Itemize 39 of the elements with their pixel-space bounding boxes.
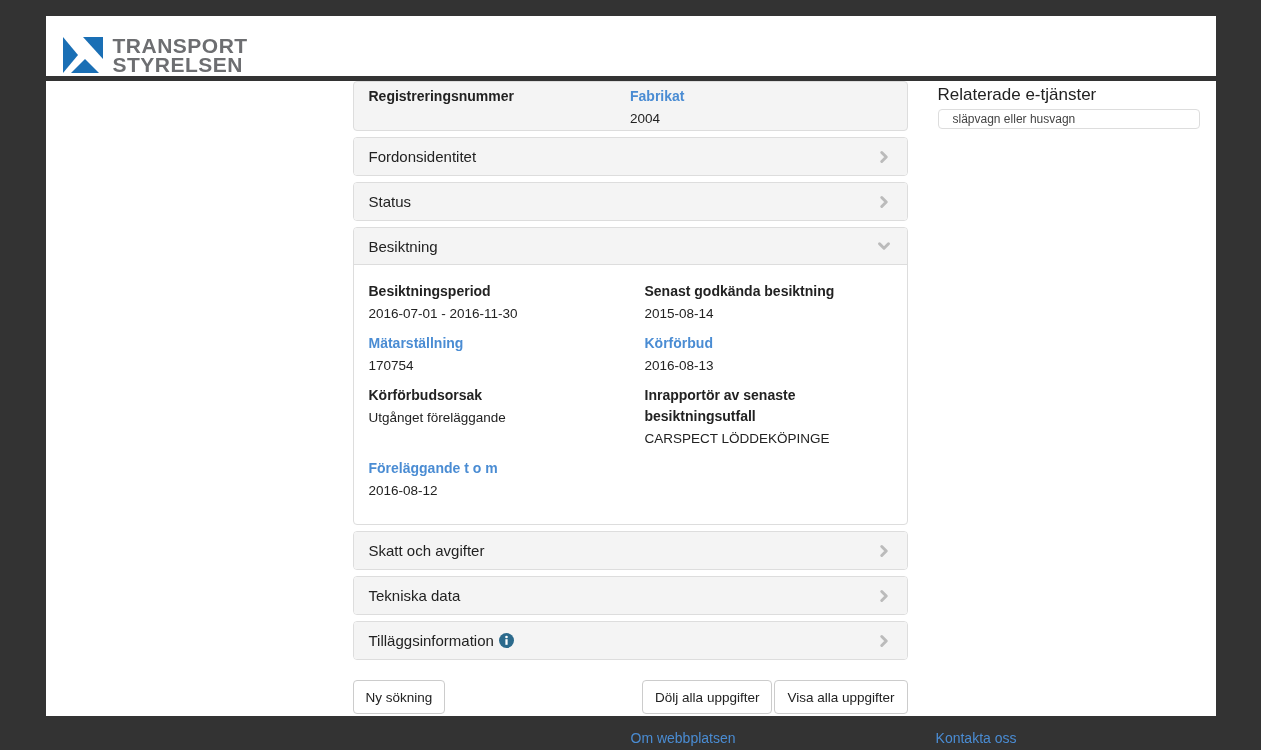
section-title: Fordonsidentitet [368,148,477,165]
field-value: 2016-08-13 [644,358,715,373]
field-value: Utgånget föreläggande [368,410,507,425]
field-value: 2015-08-14 [644,306,715,321]
field-value: 2004 [630,111,662,126]
footer-link[interactable]: Kontakta oss [935,730,1017,746]
logo-text: TRANSPORT [112,36,248,55]
service-link[interactable]: släpvagn eller husvagn [937,109,1200,129]
toggle-all-button[interactable]: Dölj alla uppgifter [642,680,773,714]
logo-text: STYRELSEN [112,55,245,74]
field-value: CARSPECT LÖDDEKÖPINGE [644,431,831,446]
section-title: Besiktning [368,237,438,255]
accordion-header[interactable]: Skatt och avgifter [353,532,907,569]
field-label: Mätarställning [368,334,465,353]
field-value: 2016-08-12 [368,483,439,498]
section-title: Tekniska data [368,587,461,604]
new-search-button[interactable]: Ny sökning [352,680,446,714]
field-value: 170754 [368,358,415,373]
field-label: Besiktningsperiod [368,282,492,301]
accordion-header[interactable]: Status [353,183,907,220]
field-label: Inrapportör av senaste besiktningsutfall [644,386,797,426]
field-value: 2016-07-01 - 2016-11-30 [368,306,519,321]
section-title: Status [368,193,412,210]
field-label: Fabrikat [630,87,686,106]
toggle-all-button[interactable]: Visa alla uppgifter [774,680,908,714]
section-title: Skatt och avgifter [368,542,485,559]
accordion-header[interactable]: Tekniska data [353,577,907,614]
section-title: Tilläggsinformation [368,632,494,649]
accordion-header[interactable]: Besiktning [353,228,907,265]
accordion-header[interactable]: Fordonsidentitet [353,138,907,175]
field-label: Körförbud [644,334,714,353]
field-label: Körförbudsorsak [368,386,484,405]
footer-link[interactable]: Om webbplatsen [630,730,736,746]
field-label: Senast godkända besiktning [644,282,836,301]
logo-icon [62,37,103,73]
sidebar-title: Relaterade e-tjänster [937,85,1098,105]
field-label: Föreläggande t o m [368,459,499,478]
field-label: Registreringsnummer [368,87,515,106]
accordion-header[interactable]: Tilläggsinformation [353,622,907,659]
